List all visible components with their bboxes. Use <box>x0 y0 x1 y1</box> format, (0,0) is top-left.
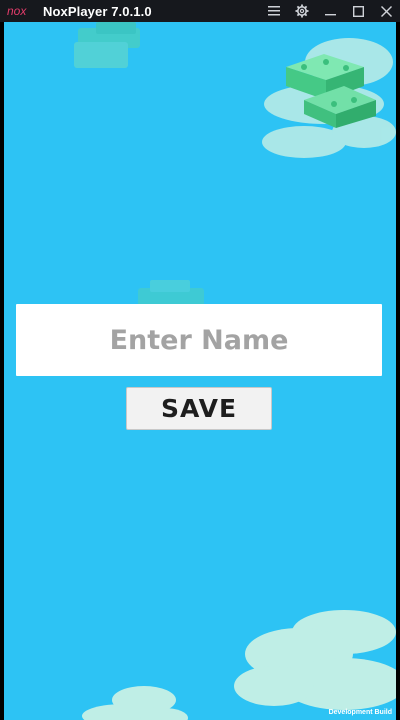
title-bar: nox NoxPlayer 7.0.1.0 <box>0 0 400 22</box>
name-input[interactable] <box>16 304 382 376</box>
close-icon[interactable] <box>372 0 400 22</box>
cloud-bottom-center <box>82 686 188 720</box>
faded-block-top-left <box>74 22 140 68</box>
cloud-bottom-right <box>234 610 396 710</box>
game-screen: SAVE Development Build <box>4 22 396 720</box>
nox-logo: nox <box>7 4 37 18</box>
save-button[interactable]: SAVE <box>126 387 272 430</box>
nox-logo-text: nox <box>7 5 27 17</box>
menu-icon[interactable] <box>260 0 288 22</box>
development-build-label: Development Build <box>328 709 392 716</box>
window-controls <box>260 0 400 22</box>
app-title: NoxPlayer 7.0.1.0 <box>43 3 152 19</box>
maximize-icon[interactable] <box>344 0 372 22</box>
settings-gear-icon[interactable] <box>288 0 316 22</box>
minimize-icon[interactable] <box>316 0 344 22</box>
